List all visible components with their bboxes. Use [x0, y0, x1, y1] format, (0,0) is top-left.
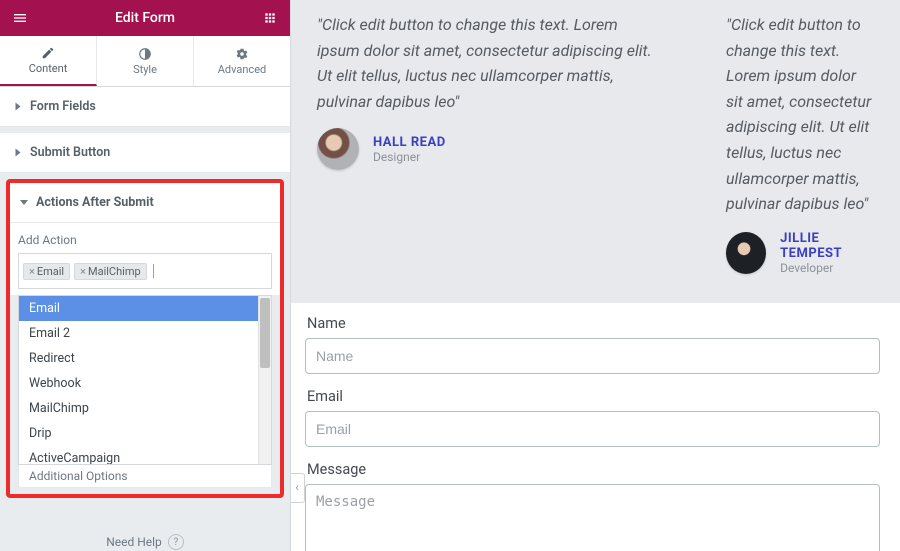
message-textarea[interactable] — [305, 484, 880, 551]
scrollbar-thumb[interactable] — [260, 298, 270, 368]
action-tag[interactable]: ×Email — [23, 263, 70, 280]
testimonial-name: JILLIE TEMPEST — [780, 231, 880, 261]
dropdown-option[interactable]: ActiveCampaign — [19, 446, 271, 464]
tab-label: Content — [29, 62, 68, 75]
actions-dropdown[interactable]: Email Email 2 Redirect Webhook MailChimp… — [18, 295, 272, 465]
preview-canvas: "Click edit button to change this text. … — [291, 0, 900, 551]
section-form-fields[interactable]: Form Fields — [0, 87, 290, 127]
section-additional-options[interactable]: Additional Options — [18, 465, 272, 488]
field-label-name: Name — [307, 315, 880, 332]
avatar — [726, 232, 766, 274]
dropdown-option[interactable]: Drip — [19, 421, 271, 446]
tab-label: Advanced — [218, 63, 266, 76]
testimonial-card[interactable]: "Click edit button to change this text. … — [720, 12, 880, 275]
actions-tag-input[interactable]: ×Email ×MailChimp — [18, 253, 272, 289]
chevron-down-icon — [20, 200, 28, 205]
testimonial-name: HALL READ — [373, 135, 446, 150]
add-action-label: Add Action — [18, 233, 272, 247]
testimonial-profile: JILLIE TEMPEST Developer — [720, 231, 880, 275]
sections-list: Form Fields Submit Button Actions After … — [0, 87, 290, 551]
avatar — [317, 128, 359, 170]
dropdown-option[interactable]: Email — [19, 296, 271, 321]
dropdown-option[interactable]: Redirect — [19, 346, 271, 371]
testimonial-profile: HALL READ Designer — [311, 128, 660, 170]
dropdown-option[interactable]: Webhook — [19, 371, 271, 396]
contact-form-widget[interactable]: ‹ Name Email Message Send — [291, 303, 900, 551]
apps-grid-icon[interactable] — [260, 8, 280, 28]
help-icon: ? — [168, 534, 184, 550]
section-label: Submit Button — [30, 145, 110, 160]
dropdown-option[interactable]: Email 2 — [19, 321, 271, 346]
section-label: Form Fields — [30, 99, 96, 114]
need-help-label: Need Help — [106, 535, 162, 549]
testimonial-role: Developer — [780, 261, 880, 275]
action-tag[interactable]: ×MailChimp — [74, 263, 147, 280]
chevron-right-icon — [16, 103, 21, 111]
section-label: Actions After Submit — [36, 195, 154, 210]
tab-label: Style — [133, 63, 157, 76]
field-label-email: Email — [307, 388, 880, 405]
highlight-annotation: Actions After Submit Add Action ×Email ×… — [6, 179, 284, 498]
testimonial-quote: "Click edit button to change this text. … — [720, 12, 880, 217]
testimonial-quote: "Click edit button to change this text. … — [311, 12, 660, 114]
need-help-link[interactable]: Need Help ? — [0, 498, 290, 551]
actions-dropdown-list: Email Email 2 Redirect Webhook MailChimp… — [19, 296, 271, 464]
dropdown-option[interactable]: MailChimp — [19, 396, 271, 421]
dropdown-scrollbar[interactable] — [258, 296, 271, 464]
name-input[interactable] — [305, 338, 880, 374]
editor-tabs: Content Style Advanced — [0, 36, 290, 87]
tag-remove-icon[interactable]: × — [80, 265, 86, 278]
text-cursor — [153, 264, 154, 278]
add-action-panel: Add Action ×Email ×MailChimp — [10, 223, 280, 295]
tab-content[interactable]: Content — [0, 36, 97, 86]
menu-icon[interactable] — [10, 8, 30, 28]
editor-sidebar: Edit Form Content Style Advanced Form — [0, 0, 291, 551]
tab-style[interactable]: Style — [97, 36, 194, 86]
tag-remove-icon[interactable]: × — [29, 265, 35, 278]
section-actions-after-submit[interactable]: Actions After Submit — [10, 183, 280, 223]
testimonials-row: "Click edit button to change this text. … — [291, 0, 900, 303]
tab-advanced[interactable]: Advanced — [194, 36, 290, 86]
testimonial-card[interactable]: "Click edit button to change this text. … — [311, 12, 660, 275]
panel-collapse-handle[interactable]: ‹ — [291, 473, 305, 503]
sidebar-header: Edit Form — [0, 0, 290, 36]
section-submit-button[interactable]: Submit Button — [0, 133, 290, 173]
field-label-message: Message — [307, 461, 880, 478]
testimonial-role: Designer — [373, 150, 446, 164]
chevron-right-icon — [16, 149, 21, 157]
email-input[interactable] — [305, 411, 880, 447]
panel-title: Edit Form — [30, 10, 260, 26]
